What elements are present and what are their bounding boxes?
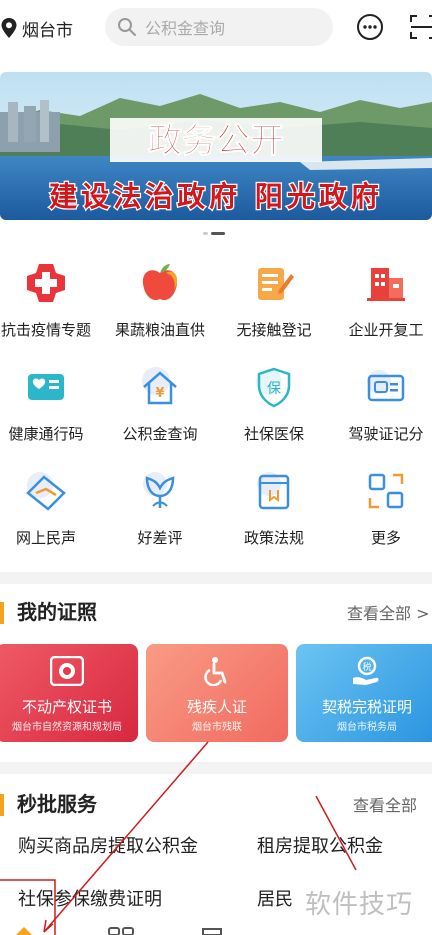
watermark-text: 软件技巧: [305, 890, 414, 920]
annotation-overlay: [0, 741, 357, 935]
